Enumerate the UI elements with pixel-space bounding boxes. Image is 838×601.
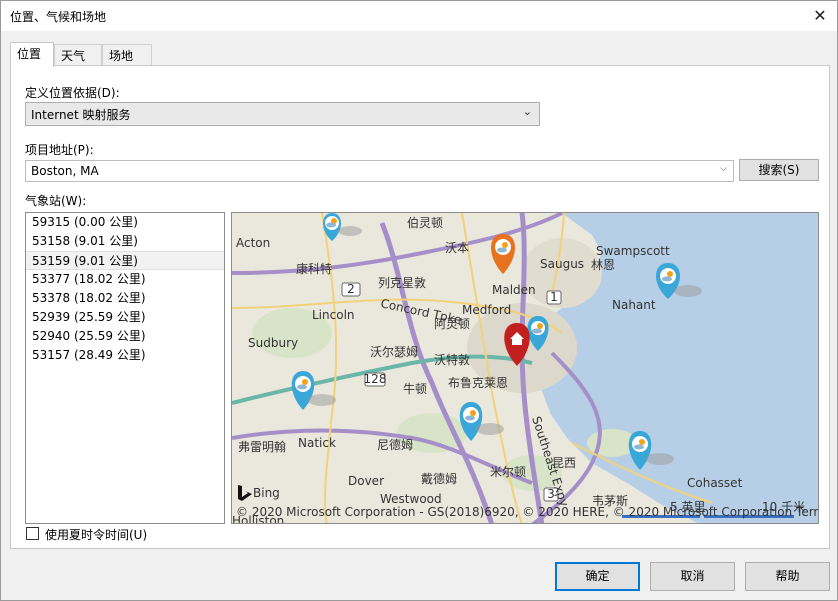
tab-site[interactable]: 场地 [102,44,152,66]
map-label-woburn: 沃本 [445,241,469,255]
cancel-button[interactable]: 取消 [650,562,735,591]
list-item[interactable]: 52939 (25.59 公里) [26,308,224,327]
map-label-lincoln: Lincoln [312,308,355,322]
map-label-lexington: 列克星敦 [378,275,426,290]
tab-site-label: 场地 [109,49,134,63]
map-label-framingham: 弗雷明翰 [238,439,286,454]
map-label-dover: Dover [348,474,384,488]
tab-weather-label: 天气 [61,49,86,63]
dialog-window: 位置、气候和场地 ✕ 位置 天气 场地 定义位置依据(D): Internet … [0,0,838,601]
route-shield: 1 [546,290,562,305]
route-shield: 2 [341,282,361,297]
svg-text:2: 2 [347,282,355,296]
list-item[interactable]: 59315 (0.00 公里) [26,213,224,232]
list-item[interactable]: 53158 (9.01 公里) [26,232,224,251]
map-label-sudbury: Sudbury [248,336,298,350]
location-basis-value: Internet 映射服务 [31,108,131,122]
title-bar: 位置、气候和场地 ✕ [1,1,837,31]
list-item[interactable]: 53157 (28.49 公里) [26,346,224,365]
map-copyright: © 2020 Microsoft Corporation - GS(2018)6… [236,505,819,519]
list-item[interactable]: 53378 (18.02 公里) [26,289,224,308]
search-button[interactable]: 搜索(S) [739,159,819,181]
help-button[interactable]: 帮助 [745,562,830,591]
location-basis-label: 定义位置依据(D): [25,86,120,100]
list-item[interactable]: 52940 (25.59 公里) [26,327,224,346]
map-label-brookline: 布鲁克莱恩 [448,376,508,390]
map-label-saugus: Saugus [540,257,584,271]
ok-button[interactable]: 确定 [555,562,640,591]
project-address-input[interactable]: Boston, MA ⌵ [25,160,734,182]
svg-text:128: 128 [364,372,387,386]
map-label-needham: 尼德姆 [377,437,413,452]
list-item-selected[interactable]: 53159 (9.01 公里) [26,251,224,270]
weather-map[interactable]: 2 128 1 3 Acton 伯灵顿 沃本 Swampscott 康科特 列克… [231,212,819,524]
dst-checkbox-label: 使用夏时令时间(U) [45,528,148,542]
map-label-watertown: 沃特敦 [434,352,470,367]
route-shield: 128 [364,372,387,387]
map-label-waltham: 沃尔瑟姆 [370,344,418,359]
tab-location-label: 位置 [17,47,42,61]
map-label-newton: 牛顿 [403,381,427,396]
close-icon[interactable]: ✕ [809,5,831,27]
tab-location[interactable]: 位置 [10,42,54,67]
map-label-milton: 米尔顿 [490,464,526,479]
map-label-medford: Medford [462,303,511,317]
list-item[interactable]: 53377 (18.02 公里) [26,270,224,289]
window-title: 位置、气候和场地 [10,10,107,24]
location-panel: 定义位置依据(D): Internet 映射服务 ⌄ 项目地址(P): Bost… [10,65,830,549]
weather-station-list: 59315 (0.00 公里) 53158 (9.01 公里) 53159 (9… [25,212,225,524]
map-label-burlington: 伯灵顿 [407,215,443,230]
chevron-down-icon: ⌵ [720,164,727,174]
project-address-value: Boston, MA [31,164,99,178]
project-address-label: 项目地址(P): [25,143,94,157]
map-label-malden: Malden [492,283,536,297]
location-basis-select[interactable]: Internet 映射服务 ⌄ [25,102,540,126]
tab-weather[interactable]: 天气 [54,44,102,66]
map-label-westwood: Westwood [380,492,442,506]
map-label-acton: Acton [236,236,270,250]
map-urban-area [522,238,602,308]
chevron-down-icon: ⌄ [522,105,532,118]
map-label-nahant: Nahant [612,298,656,312]
map-label-lynn: 林恩 [591,258,615,272]
map-canvas: 2 128 1 3 Acton 伯灵顿 沃本 Swampscott 康科特 列克… [232,213,819,523]
map-label-natick: Natick [298,436,336,450]
map-label-concord: 康科特 [296,261,332,276]
dst-checkbox[interactable] [26,527,39,540]
map-label-swampscott: Swampscott [596,244,670,258]
svg-text:Bing: Bing [253,486,280,500]
map-label-dedham: 戴德姆 [421,471,457,486]
map-label-cohasset: Cohasset [687,476,743,490]
weather-stations-label: 气象站(W): [25,194,87,208]
svg-text:1: 1 [550,290,558,304]
